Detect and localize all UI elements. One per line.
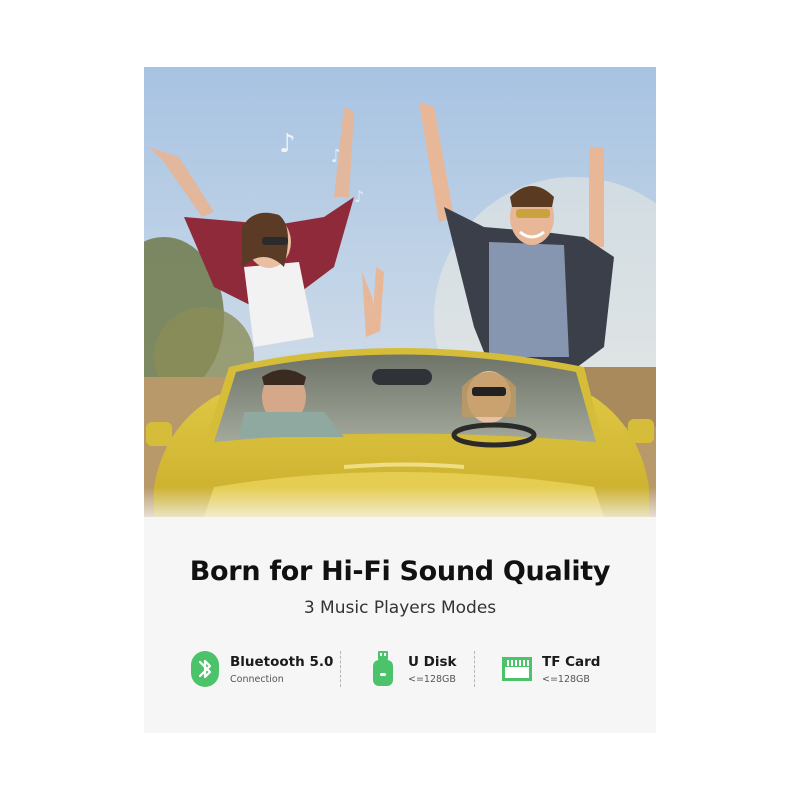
feature-subtitle: <=128GB — [408, 673, 456, 685]
feature-bluetooth: Bluetooth 5.0 Connection — [188, 645, 333, 693]
sd-card-icon — [500, 649, 534, 689]
feature-row: Bluetooth 5.0 Connection U Disk <=128GB — [144, 645, 656, 693]
feature-subtitle: Connection — [230, 673, 284, 685]
feature-subtitle: <=128GB — [542, 673, 590, 685]
svg-text:♪: ♪ — [279, 129, 296, 159]
svg-text:♪: ♪ — [354, 187, 364, 206]
feature-title: U Disk — [408, 653, 457, 670]
feature-title: Bluetooth 5.0 — [230, 653, 334, 670]
subheadline: 3 Music Players Modes — [303, 598, 497, 618]
feature-divider — [474, 651, 475, 687]
feature-title: TF Card — [542, 653, 601, 670]
feature-tf-card: TF Card <=128GB — [500, 645, 600, 693]
product-card: ♪ ♫ ♪ Born for Hi-Fi Sound Quality 3 Mus… — [144, 67, 656, 733]
hero-photo-convertible-friends: ♪ ♫ ♪ — [144, 67, 656, 517]
photo-fade — [144, 487, 656, 527]
bluetooth-icon — [188, 649, 222, 689]
headline: Born for Hi-Fi Sound Quality — [189, 556, 611, 587]
feature-divider — [340, 651, 341, 687]
feature-u-disk: U Disk <=128GB — [366, 645, 457, 693]
usb-drive-icon — [366, 649, 400, 689]
